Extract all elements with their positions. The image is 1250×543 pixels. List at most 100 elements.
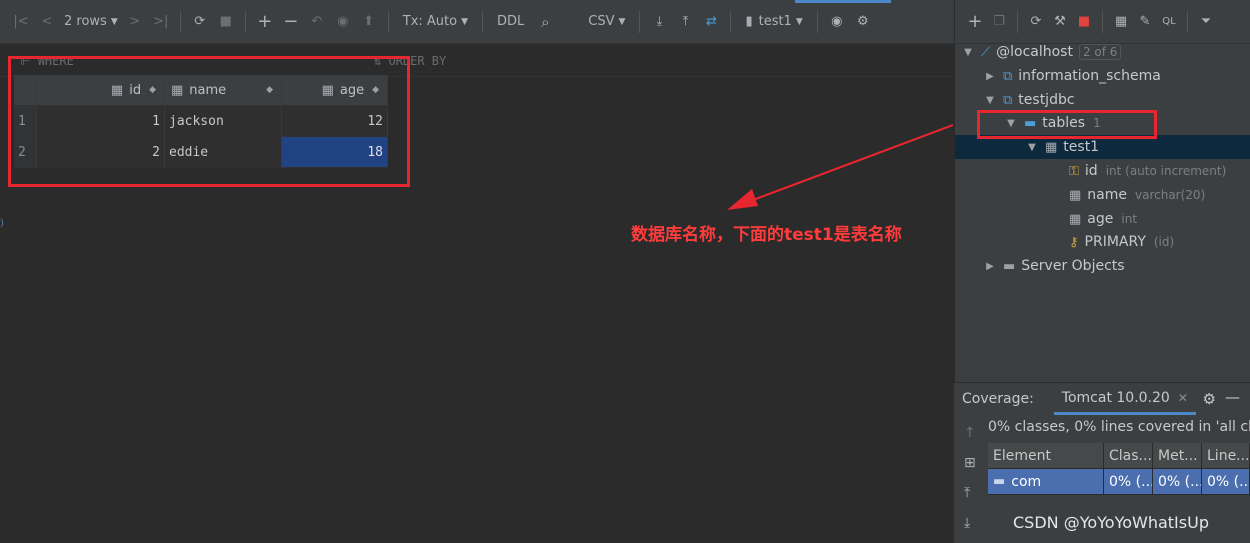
tree-node-column-name[interactable]: ▦ name varchar(20)	[1069, 183, 1205, 207]
stop-icon[interactable]: ■	[1072, 8, 1096, 36]
last-page-icon[interactable]: >|	[148, 8, 174, 36]
tree-node-information-schema[interactable]: ▶ ⧉ information_schema	[983, 64, 1161, 88]
session-dropdown[interactable]: ▮ test1 ▼	[737, 8, 810, 36]
toolbar-divider	[1102, 10, 1103, 33]
prev-page-icon[interactable]: <	[34, 8, 60, 36]
tree-node-server-objects[interactable]: ▶ ▬ Server Objects	[983, 254, 1124, 278]
add-icon[interactable]: +	[963, 8, 987, 36]
export-icon[interactable]: ⤓	[964, 515, 970, 531]
column-type: int (auto increment)	[1105, 164, 1227, 178]
chevron-down-icon[interactable]: ▼	[983, 95, 997, 106]
preview-changes-icon[interactable]: ◉	[330, 8, 356, 36]
tree-node-testjdbc[interactable]: ▼ ⧉ testjdbc	[983, 88, 1075, 112]
next-page-icon[interactable]: >	[122, 8, 148, 36]
tree-node-primary-key[interactable]: ⚷ PRIMARY (id)	[1069, 230, 1174, 254]
gear-icon[interactable]: ⚙	[850, 8, 876, 36]
rows-count-label: 2 rows	[64, 14, 107, 29]
gear-icon[interactable]: ⚙	[1203, 390, 1216, 408]
schema-count-badge[interactable]: 2 of 6	[1078, 44, 1122, 60]
arrow-up-icon[interactable]: ↑	[964, 425, 976, 441]
rows-count-dropdown[interactable]: 2 rows ▼	[60, 8, 122, 36]
schema-icon[interactable]: ⚒	[1048, 8, 1072, 36]
compare-icon[interactable]: ⇄	[698, 8, 724, 36]
filter-icon[interactable]: ⏷	[1194, 8, 1218, 36]
column-header-methods[interactable]: Met...	[1153, 443, 1202, 469]
chevron-down-icon: ▼	[110, 16, 118, 27]
chevron-right-icon[interactable]: ▶	[983, 261, 997, 272]
toolbar-divider	[730, 10, 732, 33]
cell-element[interactable]: ▬ com	[988, 469, 1104, 495]
tree-node-label: id	[1084, 163, 1098, 179]
import-icon[interactable]: ⤒	[672, 8, 698, 36]
import-icon[interactable]: ⤒	[964, 485, 970, 501]
cell-lines[interactable]: 0% (...	[1202, 469, 1250, 495]
tree-node-label: testjdbc	[1018, 92, 1075, 108]
package-icon: ▬	[993, 474, 1006, 489]
edit-icon[interactable]: ✎	[1133, 8, 1157, 36]
table-icon: ▦	[1045, 139, 1058, 155]
submit-icon[interactable]: ⬆	[356, 8, 382, 36]
copy-icon[interactable]: ❐	[987, 8, 1011, 36]
highlight-box-grid	[8, 56, 410, 187]
ddl-button[interactable]: DDL	[489, 8, 532, 36]
toolbar-divider	[1017, 10, 1018, 33]
revert-icon[interactable]: ↶	[304, 8, 330, 36]
first-page-icon[interactable]: |<	[8, 8, 34, 36]
tree-node-localhost[interactable]: ▼ ⟋ @localhost 2 of 6	[961, 40, 1122, 64]
gutter-marker: )	[0, 218, 4, 229]
chevron-right-icon[interactable]: ▶	[983, 71, 997, 82]
database-tree: ▼ ⟋ @localhost 2 of 6 ▶ ⧉ information_sc…	[955, 40, 1250, 380]
editor-pane: |< < 2 rows ▼ > >| ⟳ ■ + − ↶ ◉ ⬆ Tx: Auto…	[0, 0, 954, 543]
chevron-down-icon: ▼	[461, 16, 469, 27]
toolbar-divider	[482, 10, 484, 33]
minimize-icon[interactable]: —	[1225, 388, 1240, 406]
toolbar-divider	[179, 10, 181, 33]
refresh-icon[interactable]: ⟳	[187, 8, 213, 36]
coverage-summary: 0% classes, 0% lines covered in 'all cla…	[988, 419, 1250, 435]
stop-icon[interactable]: ■	[213, 8, 239, 36]
cell-classes[interactable]: 0% (...	[1104, 469, 1153, 495]
cell-methods[interactable]: 0% (...	[1153, 469, 1202, 495]
datasource-icon: ⟋	[981, 44, 991, 60]
chevron-down-icon[interactable]: ▼	[961, 47, 975, 58]
export-icon[interactable]: ⤓	[646, 8, 672, 36]
view-icon[interactable]: ◉	[824, 8, 850, 36]
tx-mode-dropdown[interactable]: Tx: Auto ▼	[395, 8, 476, 36]
toolbar-divider	[244, 10, 246, 33]
cell-element-label: com	[1011, 473, 1042, 490]
column-header-lines[interactable]: Line...	[1202, 443, 1250, 469]
tree-node-column-id[interactable]: ⚿ id int (auto increment)	[1069, 159, 1226, 183]
csv-format-dropdown[interactable]: CSV ▼	[580, 8, 633, 36]
table-view-icon[interactable]: ▦	[1109, 8, 1133, 36]
column-icon: ▦	[1069, 187, 1082, 203]
table-row[interactable]: ▬ com 0% (... 0% (... 0% (...	[988, 469, 1250, 495]
coverage-tab[interactable]: Tomcat 10.0.20 ✕	[1053, 383, 1196, 415]
close-icon[interactable]: ✕	[1178, 391, 1188, 405]
chevron-down-icon: ▼	[618, 16, 626, 27]
tree-node-label: test1	[1063, 139, 1100, 155]
column-icon: ▦	[1069, 211, 1082, 227]
search-icon[interactable]: ⌕	[532, 8, 558, 36]
active-tab-indicator	[795, 0, 891, 3]
tree-node-label: age	[1087, 211, 1114, 227]
chevron-down-icon: ▼	[795, 16, 803, 27]
column-header-element[interactable]: Element	[988, 443, 1104, 469]
key-column-icon: ⚿	[1069, 163, 1079, 179]
refresh-icon[interactable]: ⟳	[1024, 8, 1048, 36]
add-row-icon[interactable]: +	[252, 8, 278, 36]
csv-format-label: CSV	[588, 14, 615, 29]
toolbar-divider	[816, 10, 818, 33]
column-header-classes[interactable]: Clas...	[1104, 443, 1153, 469]
database-toolbar: + ❐ ⟳ ⚒ ■ ▦ ✎ QL ⏷	[955, 0, 1250, 44]
tree-node-label: name	[1087, 187, 1127, 203]
toolbar-divider	[1187, 10, 1188, 33]
flatten-icon[interactable]: ⊞	[964, 455, 976, 471]
tree-node-label: PRIMARY	[1084, 234, 1146, 250]
annotation-text: 数据库名称，下面的test1是表名称	[631, 225, 902, 245]
chevron-down-icon[interactable]: ▼	[1025, 142, 1039, 153]
query-console-icon[interactable]: QL	[1157, 8, 1181, 36]
tree-node-column-age[interactable]: ▦ age int	[1069, 207, 1137, 231]
watermark-text: CSDN @YoYoYoWhatIsUp	[1013, 513, 1209, 532]
delete-row-icon[interactable]: −	[278, 8, 304, 36]
folder-icon: ▬	[1003, 258, 1016, 274]
